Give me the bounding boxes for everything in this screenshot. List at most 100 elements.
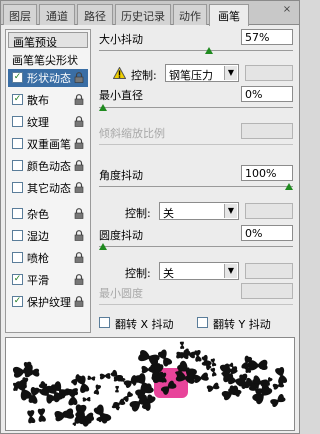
sidebar-item-protect-texture[interactable]: ✓ 保护纹理 bbox=[8, 293, 88, 311]
checkbox[interactable]: ✓ bbox=[12, 72, 23, 83]
chevron-down-icon: ▼ bbox=[224, 66, 237, 80]
flip-x-label: 翻转 X 抖动 bbox=[115, 318, 174, 331]
sidebar-item-texture[interactable]: 纹理 bbox=[8, 113, 88, 131]
size-jitter-label: 大小抖动 bbox=[99, 33, 143, 46]
roundness-control-extra-field bbox=[245, 263, 293, 279]
chevron-down-icon: ▼ bbox=[224, 264, 237, 278]
checkbox[interactable] bbox=[12, 160, 23, 171]
flip-y-jitter[interactable]: 翻转 Y 抖动 bbox=[197, 315, 293, 331]
lock-icon[interactable] bbox=[74, 94, 84, 105]
checkbox[interactable] bbox=[12, 116, 23, 127]
brush-mark bbox=[194, 350, 202, 362]
sidebar-item-label: 平滑 bbox=[27, 274, 49, 287]
lock-icon[interactable] bbox=[74, 116, 84, 127]
size-control-select[interactable]: 钢笔压力 ▼ bbox=[165, 64, 239, 82]
sidebar-item-dual-brush[interactable]: 双重画笔 bbox=[8, 135, 88, 153]
flip-x-checkbox[interactable] bbox=[99, 317, 110, 328]
brush-preview-canvas bbox=[12, 341, 288, 427]
min-diameter-slider[interactable] bbox=[99, 104, 293, 112]
min-diameter-label: 最小直径 bbox=[99, 89, 143, 102]
brush-mark bbox=[87, 375, 96, 381]
tilt-scale-label: 倾斜缩放比例 bbox=[99, 127, 165, 140]
brush-mark bbox=[99, 373, 111, 380]
sidebar-item-airbrush[interactable]: 喷枪 bbox=[8, 249, 88, 267]
brush-mark bbox=[206, 382, 220, 392]
checkbox[interactable]: ✓ bbox=[12, 274, 23, 285]
sidebar-item-shape-dynamics[interactable]: ✓ 形状动态 bbox=[8, 69, 88, 87]
roundness-control-select[interactable]: 关 ▼ bbox=[159, 262, 239, 280]
angle-jitter-slider[interactable] bbox=[99, 183, 293, 191]
tab-brushes[interactable]: 画笔 bbox=[209, 4, 249, 26]
brush-mark bbox=[270, 394, 286, 407]
brush-tip-shape-item[interactable]: 画笔笔尖形状 bbox=[8, 51, 88, 67]
checkbox[interactable] bbox=[12, 252, 23, 263]
brush-mark bbox=[54, 408, 75, 422]
lock-icon[interactable] bbox=[74, 182, 84, 193]
sidebar-item-color-dynamics[interactable]: 颜色动态 bbox=[8, 157, 88, 175]
flip-y-label: 翻转 Y 抖动 bbox=[213, 318, 271, 331]
tab-channels[interactable]: 通道 bbox=[39, 4, 75, 25]
tab-layers[interactable]: 图层 bbox=[3, 4, 37, 25]
brush-mark bbox=[248, 359, 268, 371]
brush-stroke-preview bbox=[5, 337, 295, 431]
flip-x-jitter[interactable]: 翻转 X 抖动 bbox=[99, 315, 191, 331]
brush-mark bbox=[123, 391, 133, 402]
angle-control-value: 关 bbox=[163, 207, 174, 220]
brush-mark bbox=[12, 364, 34, 378]
checkbox[interactable] bbox=[12, 230, 23, 241]
lock-icon[interactable] bbox=[74, 230, 84, 241]
sidebar-item-smoothing[interactable]: ✓ 平滑 bbox=[8, 271, 88, 289]
shape-dynamics-panel: 大小抖动 57% 控制: 钢笔压力 ▼ 最小直径 0% 倾斜缩放比例 角度抖动 … bbox=[95, 29, 295, 333]
chevron-down-icon: ▼ bbox=[224, 204, 237, 218]
sidebar-item-other-dynamics[interactable]: 其它动态 bbox=[8, 179, 88, 197]
size-jitter-slider[interactable] bbox=[99, 47, 293, 55]
min-roundness-slider bbox=[99, 301, 293, 309]
brush-mark bbox=[27, 410, 36, 424]
sidebar-item-label: 形状动态 bbox=[27, 72, 71, 85]
checkbox[interactable]: ✓ bbox=[12, 296, 23, 307]
sidebar-item-wet-edges[interactable]: 湿边 bbox=[8, 227, 88, 245]
roundness-control-label: 控制: bbox=[125, 267, 151, 280]
checkbox[interactable] bbox=[12, 208, 23, 219]
checkbox[interactable]: ✓ bbox=[12, 94, 23, 105]
sidebar-item-label: 杂色 bbox=[27, 208, 49, 221]
tab-actions[interactable]: 动作 bbox=[173, 4, 207, 25]
min-roundness-label: 最小圆度 bbox=[99, 287, 143, 300]
tab-paths[interactable]: 路径 bbox=[77, 4, 113, 25]
panel-menu-close[interactable]: × bbox=[277, 4, 297, 22]
size-control-extra-field bbox=[245, 65, 293, 81]
sidebar-item-label: 湿边 bbox=[27, 230, 49, 243]
brush-panel: 图层 通道 路径 历史记录 动作 画笔 × 画笔预设 画笔笔尖形状 ✓ 形状动态 ✓… bbox=[0, 0, 300, 434]
size-control-value: 钢笔压力 bbox=[169, 69, 213, 82]
brush-mark bbox=[37, 408, 46, 422]
roundness-jitter-field[interactable]: 0% bbox=[241, 225, 293, 241]
brush-mark bbox=[76, 375, 90, 393]
flip-y-checkbox[interactable] bbox=[197, 317, 208, 328]
lock-icon[interactable] bbox=[74, 252, 84, 263]
sidebar-item-scattering[interactable]: ✓ 散布 bbox=[8, 91, 88, 109]
lock-icon[interactable] bbox=[74, 72, 84, 83]
angle-control-extra-field bbox=[245, 203, 293, 219]
lock-icon[interactable] bbox=[74, 208, 84, 219]
angle-jitter-field[interactable]: 100% bbox=[241, 165, 293, 181]
size-jitter-field[interactable]: 57% bbox=[241, 29, 293, 45]
checkbox[interactable] bbox=[12, 138, 23, 149]
min-diameter-field[interactable]: 0% bbox=[241, 86, 293, 102]
brush-mark bbox=[82, 397, 91, 402]
angle-control-select[interactable]: 关 ▼ bbox=[159, 202, 239, 220]
lock-icon[interactable] bbox=[74, 274, 84, 285]
tilt-scale-field bbox=[241, 123, 293, 139]
sidebar-item-noise[interactable]: 杂色 bbox=[8, 205, 88, 223]
lock-icon[interactable] bbox=[74, 138, 84, 149]
brush-mark bbox=[93, 384, 102, 395]
roundness-jitter-slider[interactable] bbox=[99, 243, 293, 251]
checkbox[interactable] bbox=[12, 182, 23, 193]
lock-icon[interactable] bbox=[74, 296, 84, 307]
sidebar-item-label: 保护纹理 bbox=[27, 296, 71, 309]
sidebar-item-label: 颜色动态 bbox=[27, 160, 71, 173]
brush-presets-button[interactable]: 画笔预设 bbox=[8, 32, 88, 49]
tab-history[interactable]: 历史记录 bbox=[115, 4, 171, 25]
tilt-scale-slider bbox=[99, 141, 293, 149]
sidebar-item-label: 双重画笔 bbox=[27, 138, 71, 151]
lock-icon[interactable] bbox=[74, 160, 84, 171]
